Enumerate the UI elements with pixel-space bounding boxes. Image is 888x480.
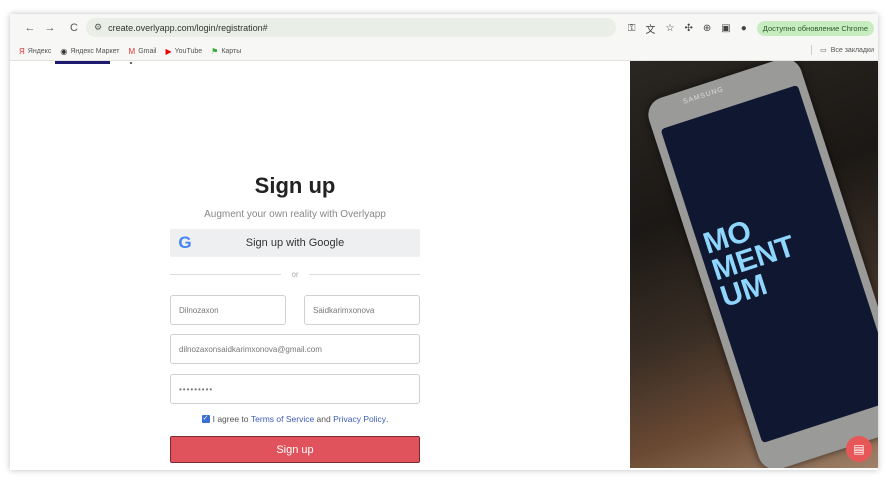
chat-icon: ▤ bbox=[853, 442, 865, 456]
address-bar[interactable]: ⚙ create.overlyapp.com/login/registratio… bbox=[86, 18, 616, 37]
url-text[interactable]: create.overlyapp.com/login/registration# bbox=[108, 23, 268, 33]
back-icon[interactable]: ← bbox=[22, 20, 38, 36]
last-name-field[interactable]: Saidkarimxonova bbox=[304, 295, 420, 325]
google-signup-button[interactable]: G Sign up with Google bbox=[170, 229, 420, 257]
agree-checkbox[interactable]: ✓ bbox=[201, 415, 210, 423]
agree-suffix: . bbox=[386, 414, 389, 424]
signup-button[interactable]: Sign up bbox=[170, 436, 420, 463]
sidebar-icon[interactable]: ▣ bbox=[721, 23, 730, 34]
folder-icon: ▭ bbox=[820, 47, 827, 54]
bookmark-yandex-market[interactable]: ◉ Яндекс Маркет bbox=[60, 47, 119, 56]
or-text: or bbox=[291, 269, 299, 279]
bookmark-label: Яндекс Маркет bbox=[70, 47, 120, 55]
yandex-icon: Я bbox=[19, 46, 25, 56]
bookmark-label: Яндекс bbox=[27, 47, 52, 55]
bookmark-youtube[interactable]: ▶ YouTube bbox=[165, 47, 202, 56]
agree-and-text: and bbox=[314, 414, 334, 424]
phone-image: SAMSUNG MO MENT UM bbox=[643, 61, 878, 468]
site-settings-icon[interactable]: ⚙ bbox=[94, 22, 102, 33]
agree-text: I agree to bbox=[212, 414, 251, 424]
bookmark-label: Карты bbox=[221, 47, 242, 55]
all-bookmarks[interactable]: ▭ Все закладки bbox=[811, 45, 874, 55]
bookmarks-bar: Я Яндекс ◉ Яндекс Маркет M Gmail ▶ YouTube ⚑… bbox=[10, 42, 878, 61]
key-icon[interactable]: ⚿ bbox=[628, 23, 636, 34]
forward-icon[interactable]: → bbox=[42, 20, 58, 36]
privacy-link[interactable]: Privacy Policy bbox=[333, 414, 386, 424]
divider-line bbox=[170, 273, 282, 275]
gmail-icon: M bbox=[128, 46, 136, 56]
phone-screen: MO MENT UM bbox=[660, 84, 878, 444]
bookmark-gmail[interactable]: M Gmail bbox=[129, 47, 157, 56]
browser-toolbar: ← → C ⚙ create.overlyapp.com/login/regis… bbox=[10, 14, 878, 42]
maps-icon: ⚑ bbox=[211, 46, 219, 56]
yandex-market-icon: ◉ bbox=[60, 46, 68, 56]
star-icon[interactable]: ☆ bbox=[666, 23, 675, 34]
hero-image: SAMSUNG MO MENT UM bbox=[630, 61, 878, 468]
divider bbox=[811, 45, 813, 55]
all-bookmarks-label: Все закладки bbox=[830, 46, 874, 54]
password-field[interactable]: ••••••••• bbox=[170, 374, 420, 404]
extensions-icon[interactable]: ✣ bbox=[685, 23, 693, 34]
page-content: Sign up Augment your own reality with Ov… bbox=[10, 61, 878, 470]
google-signup-label: Sign up with Google bbox=[245, 237, 345, 249]
browser-window: ← → C ⚙ create.overlyapp.com/login/regis… bbox=[10, 14, 878, 470]
youtube-icon: ▶ bbox=[165, 46, 172, 56]
terms-agreement: ✓ I agree to Terms of Service and Privac… bbox=[170, 414, 420, 424]
bookmark-yandex[interactable]: Я Яндекс bbox=[19, 47, 51, 56]
terms-link[interactable]: Terms of Service bbox=[251, 414, 314, 424]
bookmark-maps[interactable]: ⚑ Карты bbox=[211, 47, 241, 56]
toolbar-actions: ⚿ 文 ☆ ✣ ⊕ ▣ ● Доступно обновление Chrome bbox=[628, 17, 878, 39]
page-subtitle: Augment your own reality with Overlyapp bbox=[204, 209, 386, 220]
page-title: Sign up bbox=[254, 173, 336, 198]
update-chrome-button[interactable]: Доступно обновление Chrome bbox=[756, 20, 874, 36]
chat-widget-button[interactable]: ▤ bbox=[846, 436, 872, 462]
download-icon[interactable]: ⊕ bbox=[703, 23, 711, 34]
email-field[interactable]: dilnozaxonsaidkarimxonova@gmail.com bbox=[170, 334, 420, 364]
bookmark-label: Gmail bbox=[138, 47, 157, 55]
first-name-field[interactable]: Dilnozaxon bbox=[170, 295, 286, 325]
logo-dot bbox=[130, 62, 132, 64]
google-icon: G bbox=[178, 233, 192, 252]
translate-icon[interactable]: 文 bbox=[646, 21, 656, 36]
divider-line bbox=[308, 273, 420, 275]
bookmark-label: YouTube bbox=[174, 47, 203, 55]
phone-brand: SAMSUNG bbox=[682, 86, 725, 106]
or-divider: or bbox=[170, 268, 420, 280]
reload-icon[interactable]: C bbox=[66, 20, 82, 36]
site-logo[interactable] bbox=[55, 61, 110, 64]
profile-icon[interactable]: ● bbox=[741, 23, 747, 34]
